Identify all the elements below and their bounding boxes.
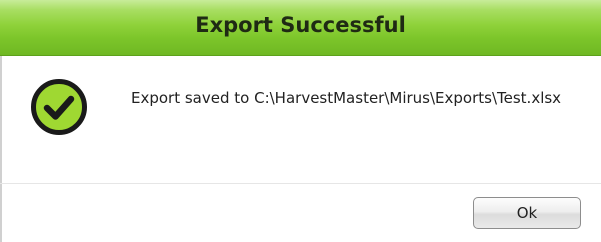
- check-circle-icon: [31, 79, 87, 135]
- footer-divider: [0, 183, 601, 184]
- ok-button[interactable]: Ok: [473, 197, 581, 229]
- dialog-title: Export Successful: [195, 13, 406, 37]
- export-success-dialog: Export Successful Export saved to C:\Har…: [0, 0, 601, 242]
- dialog-title-bar: Export Successful: [0, 0, 601, 56]
- dialog-left-border: [0, 56, 2, 242]
- export-message: Export saved to C:\HarvestMaster\Mirus\E…: [131, 89, 562, 107]
